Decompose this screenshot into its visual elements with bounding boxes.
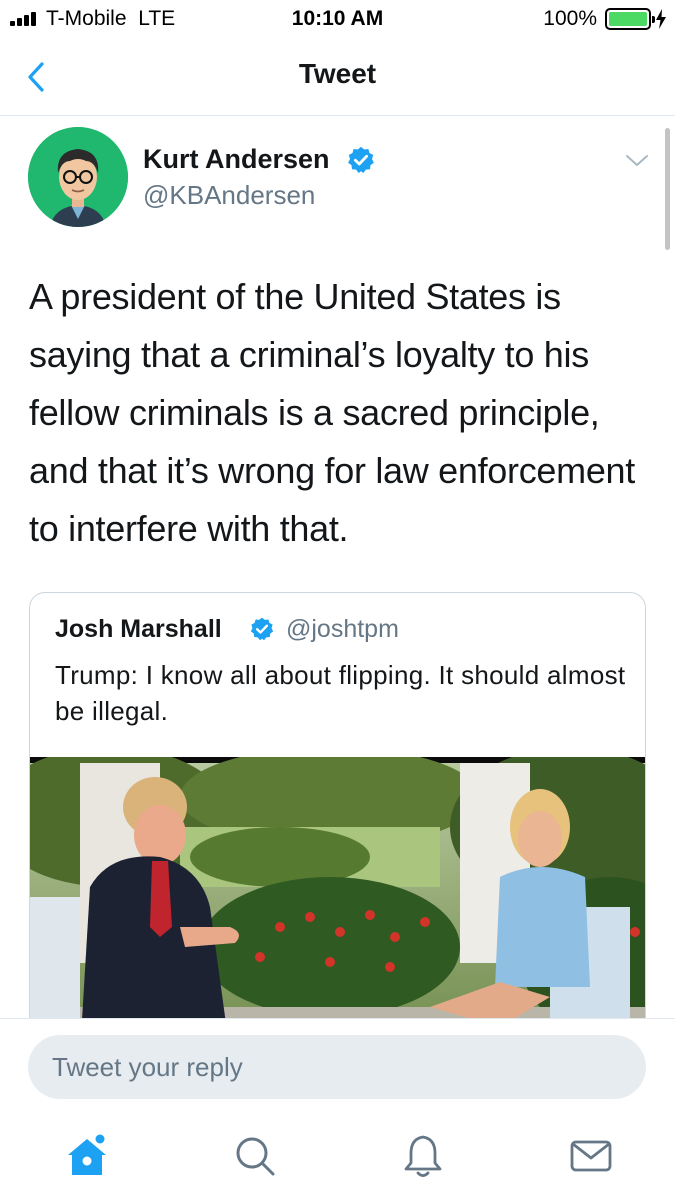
battery-percent: 100% bbox=[543, 7, 597, 30]
verified-badge-icon bbox=[250, 617, 274, 641]
search-icon[interactable] bbox=[230, 1131, 280, 1181]
author-name[interactable]: Kurt Andersen bbox=[143, 144, 330, 175]
home-icon[interactable] bbox=[62, 1131, 112, 1181]
author-handle[interactable]: @KBAndersen bbox=[143, 180, 315, 211]
verified-badge-icon bbox=[348, 146, 374, 173]
avatar-illustration bbox=[28, 127, 128, 227]
notifications-bell-icon[interactable] bbox=[398, 1131, 448, 1181]
reply-composer: Tweet your reply bbox=[0, 1018, 675, 1200]
status-bar: T-Mobile LTE 10:10 AM 100% bbox=[0, 0, 675, 38]
page-title: Tweet bbox=[298, 58, 377, 89]
chevron-down-icon[interactable] bbox=[624, 152, 650, 170]
quoted-author-handle: @joshtpm bbox=[286, 615, 399, 643]
avatar[interactable] bbox=[28, 127, 128, 227]
quoted-tweet-text: Trump: I know all about flipping. It sho… bbox=[55, 660, 626, 726]
navigation-bar: Tweet bbox=[0, 38, 675, 116]
messages-envelope-icon[interactable] bbox=[566, 1131, 616, 1181]
quoted-tweet-card[interactable]: Josh Marshall @joshtpm Trump: I know all… bbox=[29, 592, 646, 1052]
video-thumbnail[interactable] bbox=[30, 757, 646, 1052]
quoted-author-name: Josh Marshall bbox=[55, 615, 222, 643]
tweet-text: A president of the United States is sayi… bbox=[29, 276, 635, 549]
scrollbar-thumb[interactable] bbox=[665, 128, 670, 250]
reply-input[interactable]: Tweet your reply bbox=[28, 1035, 646, 1099]
charging-bolt-icon bbox=[656, 9, 666, 29]
battery-icon bbox=[605, 8, 655, 30]
